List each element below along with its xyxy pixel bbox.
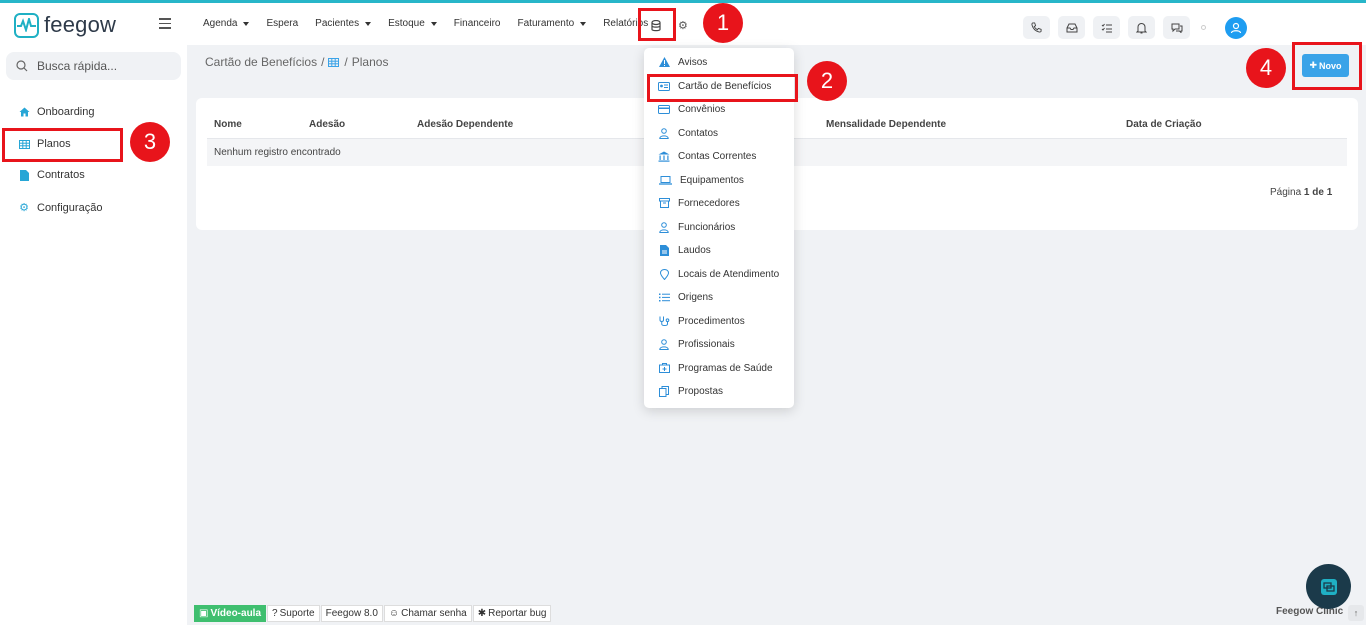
annotation-box-3 bbox=[2, 128, 123, 162]
warning-icon bbox=[658, 56, 670, 68]
laptop-icon bbox=[658, 174, 672, 186]
top-right-toolbar bbox=[1023, 16, 1198, 39]
nav-financeiro[interactable]: Financeiro bbox=[454, 18, 501, 29]
person-icon bbox=[658, 221, 670, 233]
video-aula-button[interactable]: ▣ Vídeo-aula bbox=[194, 605, 267, 622]
menu-item-contas-correntes[interactable]: Contas Correntes bbox=[658, 150, 756, 162]
status-dot bbox=[1201, 25, 1206, 30]
gear-icon: ⚙ bbox=[19, 202, 29, 214]
video-icon: ▣ bbox=[199, 608, 209, 619]
caret-down-icon bbox=[243, 21, 250, 26]
column-header-adesao-dependente[interactable]: Adesão Dependente bbox=[417, 119, 513, 130]
sidebar-item-contratos[interactable]: Contratos bbox=[18, 169, 85, 181]
help-circle-icon: ? bbox=[272, 608, 278, 619]
menu-item-origens[interactable]: Origens bbox=[658, 291, 713, 303]
annotation-box-2 bbox=[647, 74, 798, 102]
version-label: Feegow 8.0 bbox=[320, 605, 383, 622]
stethoscope-icon bbox=[658, 315, 670, 327]
call-ticket-button[interactable]: ☺ Chamar senha bbox=[383, 605, 472, 622]
grid-table-icon bbox=[328, 57, 340, 67]
checklist-icon[interactable] bbox=[1093, 16, 1120, 39]
column-header-mensalidade-dependente[interactable]: Mensalidade Dependente bbox=[826, 119, 946, 130]
chat-widget-icon bbox=[1320, 578, 1337, 595]
copy-icon bbox=[658, 385, 670, 397]
menu-item-funcionarios[interactable]: Funcionários bbox=[658, 221, 735, 233]
annotation-badge-3: 3 bbox=[130, 122, 170, 162]
support-button[interactable]: ? Suporte bbox=[267, 605, 320, 622]
caret-down-icon bbox=[580, 21, 587, 26]
annotation-badge-4: 4 bbox=[1246, 48, 1286, 88]
card-icon bbox=[658, 103, 670, 115]
phone-icon[interactable] bbox=[1023, 16, 1050, 39]
caret-down-icon bbox=[365, 21, 372, 26]
file-icon bbox=[658, 244, 670, 256]
people-icon: ☺ bbox=[388, 608, 400, 619]
menu-item-fornecedores[interactable]: Fornecedores bbox=[658, 197, 740, 209]
menu-item-procedimentos[interactable]: Procedimentos bbox=[658, 315, 745, 327]
menu-item-propostas[interactable]: Propostas bbox=[658, 385, 723, 397]
breadcrumb-current: Planos bbox=[351, 55, 389, 69]
menu-toggle-icon[interactable] bbox=[159, 18, 171, 29]
nav-agenda[interactable]: Agenda bbox=[203, 18, 250, 29]
menu-item-programas-saude[interactable]: Programas de Saúde bbox=[658, 362, 773, 374]
gear-icon[interactable]: ⚙ bbox=[678, 19, 688, 32]
footer-links: ▣ Vídeo-aula ? Suporte Feegow 8.0 ☺ Chamar … bbox=[194, 605, 552, 622]
nav-espera[interactable]: Espera bbox=[266, 18, 298, 29]
menu-item-equipamentos[interactable]: Equipamentos bbox=[658, 174, 744, 186]
top-navbar: feegow Agenda Espera Pacientes Estoque F… bbox=[0, 3, 1366, 45]
menu-item-profissionais[interactable]: Profissionais bbox=[658, 338, 735, 350]
chat-widget-button[interactable] bbox=[1306, 564, 1351, 609]
report-bug-button[interactable]: ✱ Reportar bug bbox=[472, 605, 552, 622]
bug-icon: ✱ bbox=[477, 608, 487, 619]
sidebar-item-onboarding[interactable]: Onboarding bbox=[18, 106, 95, 118]
menu-item-avisos[interactable]: Avisos bbox=[658, 56, 707, 68]
cadastros-dropdown-menu: Avisos Cartão de Benefícios Convênios Co… bbox=[644, 48, 794, 408]
person-icon bbox=[658, 338, 670, 350]
document-icon bbox=[18, 169, 30, 181]
home-icon bbox=[18, 107, 30, 117]
caret-down-icon bbox=[430, 21, 437, 26]
nav-faturamento[interactable]: Faturamento bbox=[518, 18, 587, 29]
medical-box-icon bbox=[658, 362, 670, 374]
breadcrumb: Cartão de Benefícios / / Planos bbox=[205, 55, 389, 69]
feegow-logo[interactable]: feegow bbox=[14, 12, 116, 38]
nav-pacientes[interactable]: Pacientes bbox=[315, 18, 372, 29]
quick-search-input[interactable]: Busca rápida... bbox=[6, 52, 181, 80]
annotation-badge-2: 2 bbox=[807, 61, 847, 101]
column-header-data-criacao[interactable]: Data de Criação bbox=[1126, 119, 1202, 130]
menu-item-convenios[interactable]: Convênios bbox=[658, 103, 725, 115]
arrow-up-icon: ↑ bbox=[1353, 608, 1359, 618]
sidebar-item-configuracao[interactable]: ⚙ Configuração bbox=[18, 201, 102, 215]
location-pin-icon bbox=[658, 268, 670, 280]
chat-icon[interactable] bbox=[1163, 16, 1190, 39]
menu-item-laudos[interactable]: Laudos bbox=[658, 244, 711, 256]
list-icon bbox=[658, 291, 670, 303]
annotation-box-4 bbox=[1292, 42, 1362, 90]
pagination: Página 1 de 1 bbox=[1270, 187, 1333, 198]
bell-icon[interactable] bbox=[1128, 16, 1155, 39]
user-avatar-icon[interactable] bbox=[1225, 17, 1247, 39]
main-nav: Agenda Espera Pacientes Estoque Financei… bbox=[203, 18, 665, 29]
scroll-top-button[interactable]: ↑ bbox=[1348, 605, 1364, 621]
annotation-badge-1: 1 bbox=[703, 3, 743, 43]
inbox-icon[interactable] bbox=[1058, 16, 1085, 39]
person-icon bbox=[658, 127, 670, 139]
feegow-logo-icon bbox=[14, 12, 39, 38]
logo-text: feegow bbox=[44, 12, 117, 37]
breadcrumb-parent[interactable]: Cartão de Benefícios bbox=[205, 55, 317, 69]
column-header-adesao[interactable]: Adesão bbox=[309, 119, 345, 130]
search-icon bbox=[16, 60, 28, 72]
column-header-nome[interactable]: Nome bbox=[214, 119, 242, 130]
bank-icon bbox=[658, 150, 670, 162]
search-placeholder: Busca rápida... bbox=[37, 59, 118, 73]
menu-item-locais-atendimento[interactable]: Locais de Atendimento bbox=[658, 268, 779, 280]
nav-estoque[interactable]: Estoque bbox=[388, 18, 437, 29]
annotation-box-1 bbox=[638, 8, 676, 41]
archive-icon bbox=[658, 197, 670, 209]
menu-item-contatos[interactable]: Contatos bbox=[658, 127, 718, 139]
